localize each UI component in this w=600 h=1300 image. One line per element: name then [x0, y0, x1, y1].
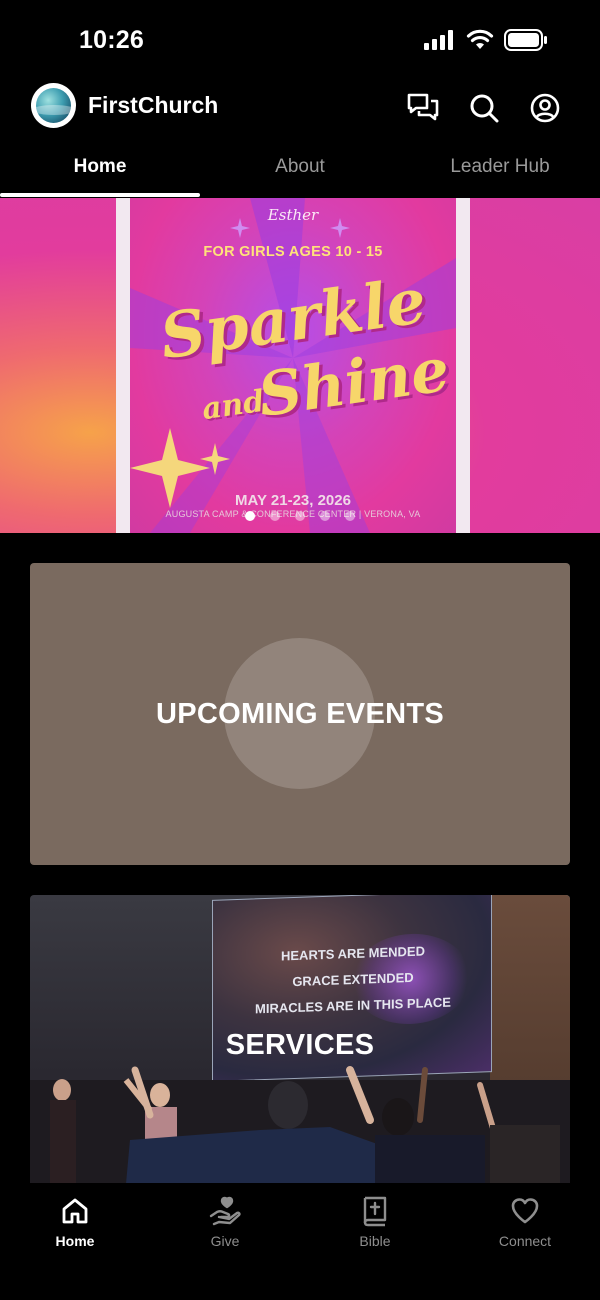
services-card[interactable]: HEARTS ARE MENDED GRACE EXTENDED MIRACLE…	[30, 895, 570, 1195]
search-icon[interactable]	[467, 91, 501, 125]
heart-icon	[450, 1193, 600, 1229]
carousel-pagination	[245, 511, 355, 521]
poster-date: MAY 21-23, 2026	[235, 492, 351, 509]
status-time: 10:26	[79, 26, 144, 54]
wifi-icon	[466, 29, 494, 49]
nav-give-label: Give	[210, 1233, 240, 1249]
nav-home-label: Home	[55, 1233, 95, 1249]
brand-name: FirstChurch	[88, 92, 219, 118]
tab-home[interactable]: Home	[0, 150, 200, 198]
upcoming-events-label: UPCOMING EVENTS	[155, 697, 445, 730]
services-label: SERVICES	[225, 1029, 375, 1061]
home-icon	[0, 1193, 150, 1229]
carousel-dot-4[interactable]	[320, 511, 330, 521]
nav-connect[interactable]: Connect	[450, 1193, 600, 1249]
carousel-dot-1[interactable]	[245, 511, 255, 521]
carousel-dot-2[interactable]	[270, 511, 280, 521]
nav-home[interactable]: Home	[0, 1193, 150, 1249]
tab-about[interactable]: About	[200, 150, 400, 198]
header-actions	[406, 91, 562, 125]
poster-subtitle: FOR GIRLS AGES 10 - 15	[203, 244, 383, 260]
bible-icon	[300, 1193, 450, 1229]
tab-leader-hub[interactable]: Leader Hub	[400, 150, 600, 198]
logo-image	[36, 88, 71, 123]
nav-bible[interactable]: Bible	[300, 1193, 450, 1249]
carousel-dot-5[interactable]	[345, 511, 355, 521]
nav-give[interactable]: Give	[150, 1193, 300, 1249]
top-tabs: Home About Leader Hub	[0, 150, 600, 198]
chat-icon[interactable]	[406, 91, 440, 125]
cellular-signal-icon	[424, 30, 453, 50]
nav-bible-label: Bible	[359, 1233, 391, 1249]
carousel-dot-3[interactable]	[295, 511, 305, 521]
upcoming-events-card[interactable]: UPCOMING EVENTS	[30, 563, 570, 865]
app-header: FirstChurch	[0, 82, 600, 130]
bottom-navigation: Home Give Bible Connect	[0, 1183, 600, 1300]
event-poster[interactable]: Esther FOR GIRLS AGES 10 - 15 Sparkle an…	[130, 198, 456, 533]
status-bar: 10:26	[0, 0, 600, 80]
status-icons	[424, 29, 548, 51]
battery-icon	[504, 29, 547, 51]
active-tab-indicator	[0, 193, 200, 197]
poster-logo: Esther	[267, 206, 319, 224]
nav-connect-label: Connect	[498, 1233, 552, 1249]
account-icon[interactable]	[528, 91, 562, 125]
hero-carousel[interactable]: Esther FOR GIRLS AGES 10 - 15 Sparkle an…	[0, 198, 600, 533]
give-hand-heart-icon	[150, 1193, 300, 1229]
church-logo[interactable]	[31, 83, 76, 128]
